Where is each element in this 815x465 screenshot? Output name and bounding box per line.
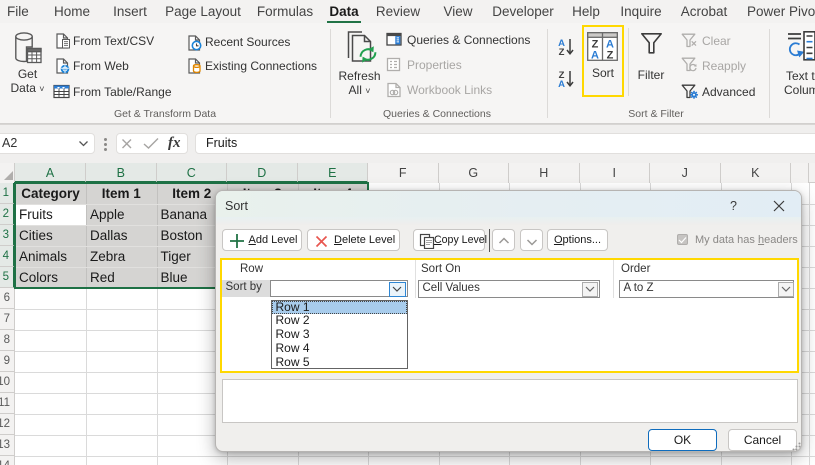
svg-text:Z: Z	[607, 50, 614, 62]
svg-text:A: A	[591, 50, 599, 62]
svg-text:A: A	[558, 79, 565, 87]
svg-text:Z: Z	[559, 47, 565, 55]
